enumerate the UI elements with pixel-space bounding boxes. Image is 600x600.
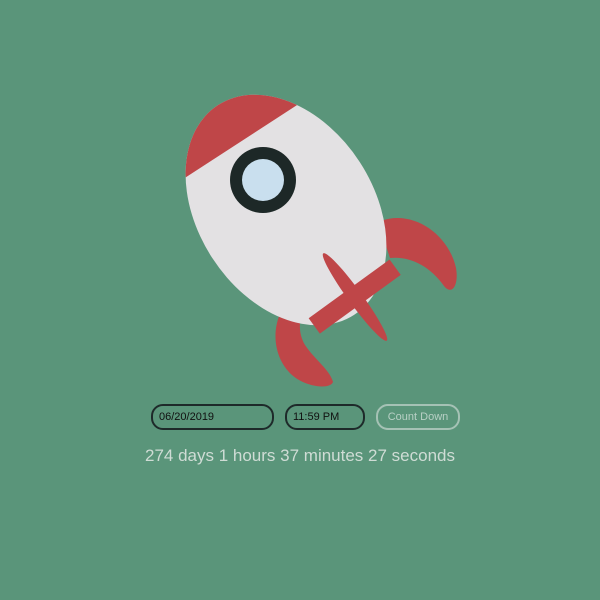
- count-down-button[interactable]: Count Down: [376, 404, 460, 430]
- time-input[interactable]: 11:59 PM: [285, 404, 365, 430]
- date-input[interactable]: 06/20/2019: [151, 404, 274, 430]
- rocket-illustration: [144, 57, 457, 387]
- countdown-text: 274 days 1 hours 37 minutes 27 seconds: [145, 446, 455, 465]
- countdown-form: 06/20/2019 11:59 PM Count Down: [0, 404, 600, 430]
- rocket-window-glass: [242, 159, 284, 201]
